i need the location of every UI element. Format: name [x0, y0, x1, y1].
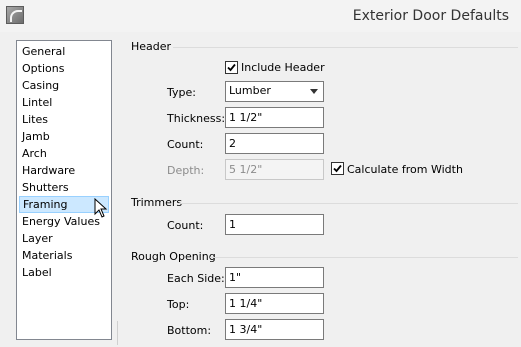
top-label: Top:	[167, 298, 190, 311]
header-group-label: Header	[131, 40, 172, 53]
thickness-input[interactable]	[225, 107, 324, 128]
nav-item-lites[interactable]: Lites	[19, 111, 109, 128]
nav-item-layer[interactable]: Layer	[19, 230, 109, 247]
include-header-checkbox[interactable]	[225, 61, 238, 74]
category-list[interactable]: General Options Casing Lintel Lites Jamb…	[16, 40, 112, 340]
nav-item-arch[interactable]: Arch	[19, 145, 109, 162]
rough-opening-group-label: Rough Opening	[131, 250, 216, 263]
bottom-input[interactable]	[225, 319, 324, 340]
mouse-cursor-icon	[94, 198, 108, 218]
count-label: Count:	[167, 138, 204, 151]
trimmers-count-label: Count:	[167, 219, 204, 232]
dialog-body: General Options Casing Lintel Lites Jamb…	[0, 32, 521, 347]
nav-item-label[interactable]: Label	[19, 264, 109, 281]
type-select-value: Lumber	[229, 84, 271, 97]
window-title: Exterior Door Defaults	[352, 8, 509, 24]
nav-item-casing[interactable]: Casing	[19, 77, 109, 94]
trimmers-group-divider	[178, 203, 518, 204]
panel-divider	[117, 321, 118, 345]
depth-label: Depth:	[167, 164, 205, 177]
nav-item-shutters[interactable]: Shutters	[19, 179, 109, 196]
checkmark-icon	[227, 63, 236, 72]
nav-item-materials[interactable]: Materials	[19, 247, 109, 264]
nav-item-lintel[interactable]: Lintel	[19, 94, 109, 111]
nav-item-general[interactable]: General	[19, 43, 109, 60]
type-select[interactable]: Lumber	[225, 81, 324, 102]
trimmers-group-label: Trimmers	[131, 196, 183, 209]
each-side-label: Each Side:	[167, 272, 225, 285]
nav-item-jamb[interactable]: Jamb	[19, 128, 109, 145]
title-bar: Exterior Door Defaults	[0, 0, 521, 33]
calculate-from-width-checkbox[interactable]	[331, 162, 344, 175]
type-label: Type:	[167, 86, 196, 99]
rough-opening-group-divider	[210, 257, 518, 258]
app-icon[interactable]	[6, 6, 24, 24]
header-count-input[interactable]	[225, 133, 324, 154]
bottom-label: Bottom:	[167, 324, 212, 337]
chevron-down-icon	[310, 89, 318, 94]
each-side-input[interactable]	[225, 267, 324, 288]
top-input[interactable]	[225, 293, 324, 314]
trimmers-count-input[interactable]	[225, 214, 324, 235]
header-group-divider	[173, 47, 518, 48]
checkmark-icon	[333, 164, 342, 173]
calculate-from-width-label: Calculate from Width	[347, 163, 463, 176]
depth-input	[225, 159, 324, 180]
thickness-label: Thickness:	[167, 112, 226, 125]
include-header-label: Include Header	[241, 61, 325, 74]
nav-item-options[interactable]: Options	[19, 60, 109, 77]
nav-item-hardware[interactable]: Hardware	[19, 162, 109, 179]
